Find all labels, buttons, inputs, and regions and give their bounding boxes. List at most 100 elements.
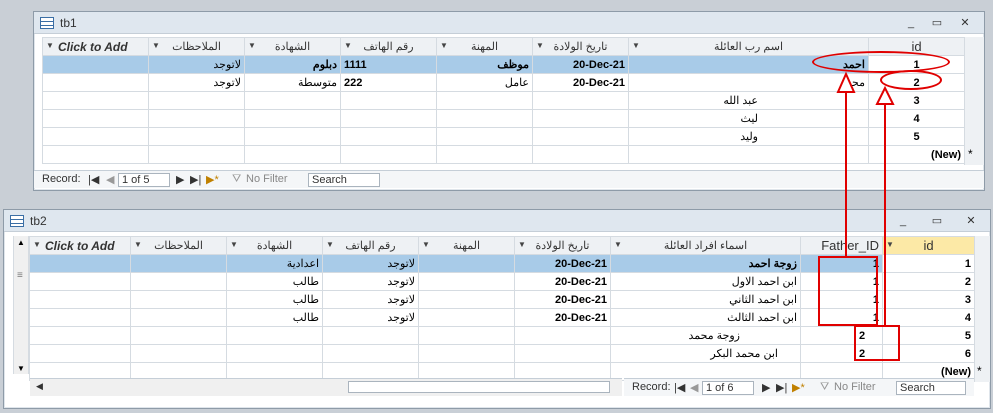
cell-phone[interactable]: لاتوجد	[322, 254, 419, 273]
close-button[interactable]: ✕	[954, 15, 976, 31]
chevron-down-icon[interactable]: ▼	[440, 41, 448, 50]
cell-name[interactable]: زوجة محمد	[610, 326, 801, 345]
cell-cert[interactable]: طالب	[226, 308, 323, 327]
cell-job[interactable]	[418, 272, 515, 291]
cell-id[interactable]: 5	[868, 127, 965, 146]
chevron-down-icon[interactable]: ▼	[886, 240, 894, 249]
last-record-icon[interactable]: ▶|	[190, 173, 201, 186]
chevron-down-icon[interactable]: ▼	[518, 240, 526, 249]
cell-id[interactable]: 2	[882, 272, 975, 291]
cell-dob[interactable]: 20-Dec-21	[532, 55, 629, 74]
cell-phone[interactable]: 222	[340, 73, 437, 92]
scroll-left-icon[interactable]: ◀	[36, 381, 43, 392]
cell-job[interactable]	[418, 254, 515, 273]
father-id-column-header[interactable]: Father_ID	[800, 236, 883, 255]
tb2-horizontal-scrollbar[interactable]: ◀	[30, 378, 622, 396]
minimize-button[interactable]: _	[892, 213, 914, 229]
cell-id[interactable]: 4	[868, 109, 965, 128]
click-to-add-header[interactable]: ▼ Click to Add	[42, 37, 149, 56]
table-row[interactable]: زوجة محمد 2 5	[29, 326, 975, 345]
cell-phone[interactable]: لاتوجد	[322, 272, 419, 291]
close-button[interactable]: ✕	[960, 213, 982, 229]
table-row[interactable]: ليث 4	[42, 109, 965, 128]
cell-id[interactable]: 3	[882, 290, 975, 309]
no-filter-button[interactable]: No Filter	[834, 381, 876, 393]
scroll-grip-icon[interactable]: ≡	[17, 270, 23, 281]
chevron-down-icon[interactable]: ▼	[33, 240, 41, 249]
cell-job[interactable]: عامل	[436, 73, 533, 92]
chevron-down-icon[interactable]: ▼	[134, 240, 142, 249]
chevron-down-icon[interactable]: ▼	[46, 41, 54, 50]
chevron-down-icon[interactable]: ▼	[230, 240, 238, 249]
chevron-down-icon[interactable]: ▼	[422, 240, 430, 249]
restore-button[interactable]: ▭	[926, 213, 948, 229]
new-record-row[interactable]: (New)	[42, 145, 965, 164]
first-record-icon[interactable]: |◀	[88, 173, 99, 186]
new-record-nav-icon[interactable]: ▶*	[792, 381, 805, 394]
cell-name[interactable]: ابن محمد البكر	[610, 344, 801, 363]
cell-notes[interactable]	[130, 290, 227, 309]
cell-notes[interactable]	[130, 272, 227, 291]
cell-id[interactable]: 3	[868, 91, 965, 110]
cell-name[interactable]: ابن احمد الثالث	[610, 308, 801, 327]
id-column-header[interactable]: ▼ id	[882, 236, 975, 255]
column-header[interactable]: ▼ الشهادة	[244, 37, 341, 56]
first-record-icon[interactable]: |◀	[674, 381, 685, 394]
cell-job[interactable]	[418, 290, 515, 309]
chevron-down-icon[interactable]: ▼	[632, 41, 640, 50]
cell-name[interactable]: عبد الله	[628, 91, 869, 110]
cell-phone[interactable]: لاتوجد	[322, 308, 419, 327]
cell-phone[interactable]: 1111	[340, 55, 437, 74]
column-header[interactable]: ▼ المهنة	[436, 37, 533, 56]
column-header[interactable]: ▼ الشهادة	[226, 236, 323, 255]
cell-phone[interactable]: لاتوجد	[322, 290, 419, 309]
cell-id[interactable]: 1	[882, 254, 975, 273]
chevron-down-icon[interactable]: ▼	[614, 240, 622, 249]
filter-icon[interactable]: ⛛	[820, 381, 829, 394]
record-position-input[interactable]: 1 of 6	[702, 381, 754, 395]
table-row[interactable]: ابن محمد البكر 2 6	[29, 344, 975, 363]
click-to-add-header[interactable]: ▼ Click to Add	[29, 236, 131, 255]
cell-name[interactable]: وليد	[628, 127, 869, 146]
column-header[interactable]: ▼ الملاحظات	[148, 37, 245, 56]
next-record-icon[interactable]: ▶	[176, 173, 184, 186]
cell-dob[interactable]: 20-Dec-21	[514, 254, 611, 273]
cell-notes[interactable]	[130, 308, 227, 327]
cell-cert[interactable]: متوسطة	[244, 73, 341, 92]
column-header[interactable]: ▼ اسماء افراد العائلة	[610, 236, 801, 255]
cell-name[interactable]: ليث	[628, 109, 869, 128]
scroll-thumb[interactable]	[348, 381, 610, 393]
chevron-down-icon[interactable]: ▼	[344, 41, 352, 50]
scroll-down-icon[interactable]: ▼	[17, 364, 25, 373]
cell-cert[interactable]: دبلوم	[244, 55, 341, 74]
search-input[interactable]: Search	[896, 381, 966, 395]
record-position-input[interactable]: 1 of 5	[118, 173, 170, 187]
minimize-button[interactable]: _	[900, 15, 922, 31]
no-filter-button[interactable]: No Filter	[246, 173, 288, 185]
cell-name[interactable]: زوجة احمد	[610, 254, 801, 273]
cell-notes[interactable]	[130, 254, 227, 273]
filter-icon[interactable]: ⛛	[232, 173, 241, 186]
chevron-down-icon[interactable]: ▼	[536, 41, 544, 50]
column-header[interactable]: ▼ تاريخ الولادة	[514, 236, 611, 255]
cell-cert[interactable]: طالب	[226, 290, 323, 309]
cell-dob[interactable]: 20-Dec-21	[514, 308, 611, 327]
column-header[interactable]: ▼ المهنة	[418, 236, 515, 255]
cell-dob[interactable]: 20-Dec-21	[514, 272, 611, 291]
cell-notes[interactable]: لاتوجد	[148, 55, 245, 74]
cell-job[interactable]: موظف	[436, 55, 533, 74]
chevron-down-icon[interactable]: ▼	[248, 41, 256, 50]
cell-name[interactable]: ابن احمد الثاني	[610, 290, 801, 309]
cell-notes[interactable]: لاتوجد	[148, 73, 245, 92]
scroll-up-icon[interactable]: ▲	[17, 238, 25, 247]
new-record-nav-icon[interactable]: ▶*	[206, 173, 219, 186]
table-row[interactable]: وليد 5	[42, 127, 965, 146]
column-header[interactable]: ▼ رقم الهاتف	[322, 236, 419, 255]
cell-name[interactable]: محمد	[628, 73, 869, 92]
search-input[interactable]: Search	[308, 173, 380, 187]
chevron-down-icon[interactable]: ▼	[152, 41, 160, 50]
column-header[interactable]: ▼ اسم رب العائلة	[628, 37, 869, 56]
column-header[interactable]: ▼ رقم الهاتف	[340, 37, 437, 56]
tb2-left-scrollbar[interactable]	[13, 236, 29, 374]
table-row[interactable]: لاتوجد متوسطة 222 عامل 20-Dec-21 محمد 2	[42, 73, 965, 92]
